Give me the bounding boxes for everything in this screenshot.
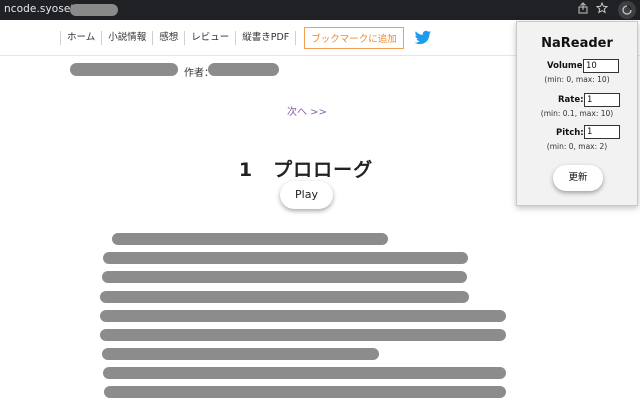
twitter-icon[interactable] (414, 30, 432, 46)
next-page-link[interactable]: 次へ >> (287, 103, 327, 118)
pitch-label: Pitch: (556, 128, 584, 138)
nav-home[interactable]: ホーム (60, 31, 103, 45)
body-text-redaction (103, 252, 468, 264)
body-text-redaction (103, 367, 506, 379)
update-button[interactable]: 更新 (553, 165, 603, 191)
share-icon[interactable] (575, 2, 591, 18)
body-text-redaction (100, 310, 506, 322)
nav-novel-info[interactable]: 小説情報 (102, 31, 154, 45)
rate-hint: (min: 0.1, max: 10) (540, 109, 614, 118)
popup-title: NaReader (541, 36, 613, 51)
rate-label: Rate: (558, 95, 584, 105)
pitch-hint: (min: 0, max: 2) (546, 142, 608, 151)
body-text-redaction (102, 271, 467, 283)
star-icon[interactable] (594, 1, 610, 18)
nav-review[interactable]: レビュー (185, 31, 237, 45)
volume-label: Volume: (547, 61, 586, 71)
body-text-redaction (112, 233, 388, 245)
body-text-redaction (100, 291, 469, 303)
nav-impressions[interactable]: 感想 (153, 31, 186, 45)
body-text-redaction (104, 386, 506, 398)
body-text-redaction (102, 348, 379, 360)
play-button[interactable]: Play (280, 181, 333, 209)
volume-hint: (min: 0, max: 10) (544, 75, 610, 84)
novel-title-redaction (70, 63, 178, 76)
site-nav: ホーム 小説情報 感想 レビュー 縦書きPDF ブックマークに追加 (60, 27, 432, 49)
browser-toolbar: ncode.syosetu.com (0, 0, 640, 20)
volume-input[interactable]: 10 (583, 59, 619, 73)
nareader-popup: NaReader Volume: 10 (min: 0, max: 10) Ra… (516, 21, 638, 206)
url-redaction (70, 4, 118, 16)
pitch-input[interactable]: 1 (584, 125, 620, 139)
body-text-redaction (100, 329, 506, 341)
author-name-redaction (208, 63, 279, 76)
extension-icon[interactable] (618, 1, 636, 19)
nav-vertical-pdf[interactable]: 縦書きPDF (236, 31, 297, 45)
bookmark-button[interactable]: ブックマークに追加 (304, 27, 404, 49)
rate-input[interactable]: 1 (584, 93, 620, 107)
